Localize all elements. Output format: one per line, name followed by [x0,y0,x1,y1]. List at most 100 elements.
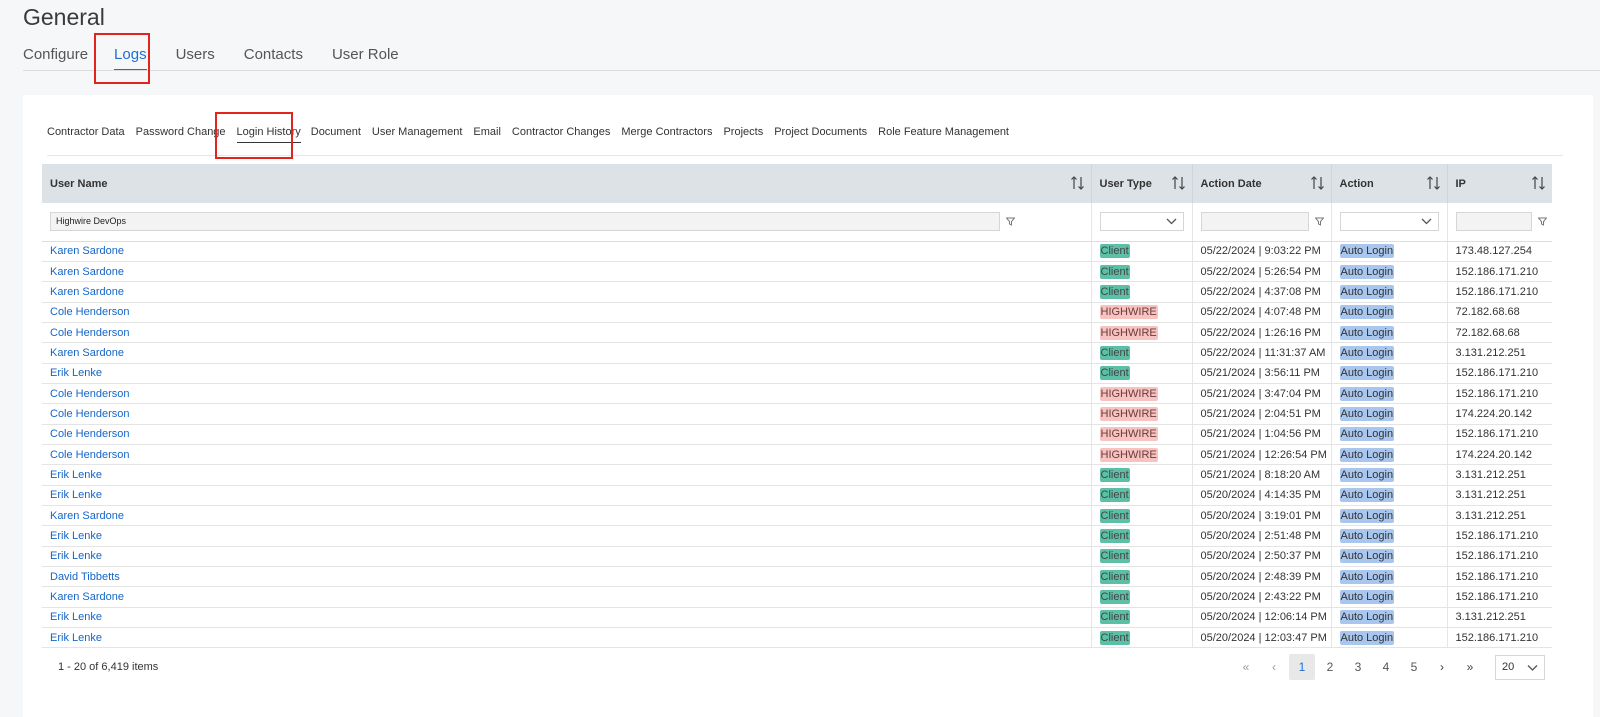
cell-action-date: 05/22/2024 | 1:26:16 PM [1192,322,1332,344]
user-type-badge: HIGHWIRE [1099,447,1158,462]
sort-icon[interactable] [1426,176,1440,190]
table-row[interactable]: David Tibbetts Client 05/20/2024 | 2:48:39… [42,566,1552,588]
cell-action-date: 05/22/2024 | 11:31:37 AM [1192,342,1332,364]
tab-logs[interactable]: Logs [114,44,147,71]
user-name-link[interactable]: Cole Henderson [50,449,130,461]
subtab-login-history[interactable]: Login History [236,126,301,143]
table-row[interactable]: Cole Henderson HIGHWIRE 05/22/2024 | 1:26:… [42,322,1552,344]
subtab-projects[interactable]: Projects [723,126,763,139]
filter-icon[interactable] [1006,217,1015,226]
sort-icon[interactable] [1532,176,1545,190]
user-name-link[interactable]: Erik Lenke [50,611,102,623]
last-page-button[interactable]: » [1457,654,1483,680]
table-row[interactable]: Cole Henderson HIGHWIRE 05/21/2024 | 12:26… [42,444,1552,466]
user-name-link[interactable]: Cole Henderson [50,428,130,440]
table-row[interactable]: Cole Henderson HIGHWIRE 05/21/2024 | 1:04:… [42,424,1552,445]
table-row[interactable]: Erik Lenke Client 05/20/2024 | 12:06:14 PM… [42,607,1552,629]
table-row[interactable]: Erik Lenke Client 05/20/2024 | 12:03:47 PM… [42,627,1552,649]
column-header-user-type[interactable]: User Type [1091,164,1193,203]
tab-users[interactable]: Users [176,44,215,68]
table-row[interactable]: Erik Lenke Client 05/20/2024 | 2:51:48 PM A… [42,525,1552,547]
column-header-action-date[interactable]: Action Date [1192,164,1332,203]
action-badge: Auto Login [1339,386,1395,401]
page-button-1[interactable]: 1 [1289,654,1315,680]
user-name-link[interactable]: Karen Sardone [50,286,124,298]
user-name-link[interactable]: Erik Lenke [50,367,102,379]
table-row[interactable]: Cole Henderson HIGHWIRE 05/21/2024 | 3:47:… [42,383,1552,405]
cell-user-type: HIGHWIRE [1091,444,1193,466]
user-type-filter-dropdown[interactable] [1099,212,1184,232]
user-name-link[interactable]: Erik Lenke [50,530,102,542]
table-row[interactable]: Cole Henderson HIGHWIRE 05/21/2024 | 2:04:… [42,403,1552,425]
cell-user-type: Client [1091,241,1193,262]
table-row[interactable]: Erik Lenke Client 05/20/2024 | 4:14:35 PM A… [42,485,1552,506]
subtab-merge-contractors[interactable]: Merge Contractors [621,126,712,139]
sort-icon[interactable] [1070,176,1084,190]
user-name-filter-input[interactable]: Highwire DevOps [50,212,1000,232]
subtab-document[interactable]: Document [311,126,361,139]
filter-icon[interactable] [1314,217,1324,226]
user-type-badge: Client [1099,244,1130,259]
user-name-link[interactable]: Karen Sardone [50,510,124,522]
column-header-ip[interactable]: IP [1447,164,1552,203]
tab-contacts[interactable]: Contacts [244,44,303,68]
user-name-link[interactable]: Karen Sardone [50,347,124,359]
subtab-user-management[interactable]: User Management [372,126,463,139]
cell-user-type: Client [1091,525,1193,547]
user-name-link[interactable]: Erik Lenke [50,550,102,562]
first-page-button[interactable]: « [1233,654,1259,680]
table-row[interactable]: Karen Sardone Client 05/22/2024 | 5:26:54 … [42,261,1552,283]
table-row[interactable]: Karen Sardone Client 05/22/2024 | 9:03:22 … [42,241,1552,262]
user-name-link[interactable]: Karen Sardone [50,245,124,257]
user-type-badge: Client [1099,569,1130,584]
cell-ip: 152.186.171.210 [1447,586,1552,608]
next-page-button[interactable]: › [1429,654,1455,680]
subtab-email[interactable]: Email [473,126,501,139]
previous-page-button[interactable]: ‹ [1261,654,1287,680]
tab-user-role[interactable]: User Role [332,44,399,68]
user-name-link[interactable]: Cole Henderson [50,388,130,400]
table-row[interactable]: Erik Lenke Client 05/21/2024 | 3:56:11 PM A… [42,363,1552,384]
tab-configure[interactable]: Configure [23,44,88,68]
table-row[interactable]: Cole Henderson HIGHWIRE 05/22/2024 | 4:07:… [42,302,1552,323]
table-row[interactable]: Karen Sardone Client 05/20/2024 | 2:43:22 … [42,586,1552,608]
user-name-link[interactable]: Karen Sardone [50,591,124,603]
filter-icon[interactable] [1537,217,1547,226]
user-name-link[interactable]: Cole Henderson [50,306,130,318]
cell-ip: 174.224.20.142 [1447,403,1552,425]
user-name-link[interactable]: Erik Lenke [50,489,102,501]
table-row[interactable]: Karen Sardone Client 05/22/2024 | 11:31:37… [42,342,1552,364]
subtab-contractor-data[interactable]: Contractor Data [47,126,125,139]
sort-icon[interactable] [1171,176,1185,190]
page-button-3[interactable]: 3 [1345,654,1371,680]
column-header-action[interactable]: Action [1331,164,1448,203]
page-button-2[interactable]: 2 [1317,654,1343,680]
user-name-link[interactable]: Cole Henderson [50,327,130,339]
subtab-contractor-changes[interactable]: Contractor Changes [512,126,610,139]
action-filter-dropdown[interactable] [1339,212,1439,232]
sort-icon[interactable] [1310,176,1324,190]
table-row[interactable]: Erik Lenke Client 05/20/2024 | 2:50:37 PM A… [42,546,1552,568]
table-row[interactable]: Erik Lenke Client 05/21/2024 | 8:18:20 AM A… [42,464,1552,486]
user-name-link[interactable]: Erik Lenke [50,469,102,481]
table-row[interactable]: Karen Sardone Client 05/22/2024 | 4:37:08 … [42,281,1552,303]
user-name-link[interactable]: Erik Lenke [50,632,102,644]
user-name-link[interactable]: Cole Henderson [50,408,130,420]
column-header-user-name[interactable]: User Name [42,164,1092,203]
action-date-filter-input[interactable] [1200,212,1309,232]
log-sub-tabs: Contractor Data Password Change Login Hi… [47,126,1563,156]
user-name-link[interactable]: Karen Sardone [50,266,124,278]
table-row[interactable]: Karen Sardone Client 05/20/2024 | 3:19:01 … [42,505,1552,527]
subtab-project-documents[interactable]: Project Documents [774,126,867,139]
page-button-5[interactable]: 5 [1401,654,1427,680]
user-type-badge: Client [1099,508,1130,523]
user-name-link[interactable]: David Tibbetts [50,571,120,583]
cell-user-name: Erik Lenke [42,627,1092,649]
subtab-password-change[interactable]: Password Change [136,126,226,139]
cell-user-name: Karen Sardone [42,342,1092,364]
page-size-select[interactable]: 20 [1495,654,1545,680]
action-badge: Auto Login [1339,366,1395,381]
page-button-4[interactable]: 4 [1373,654,1399,680]
ip-filter-input[interactable] [1455,212,1532,232]
subtab-role-feature-management[interactable]: Role Feature Management [878,126,1009,139]
